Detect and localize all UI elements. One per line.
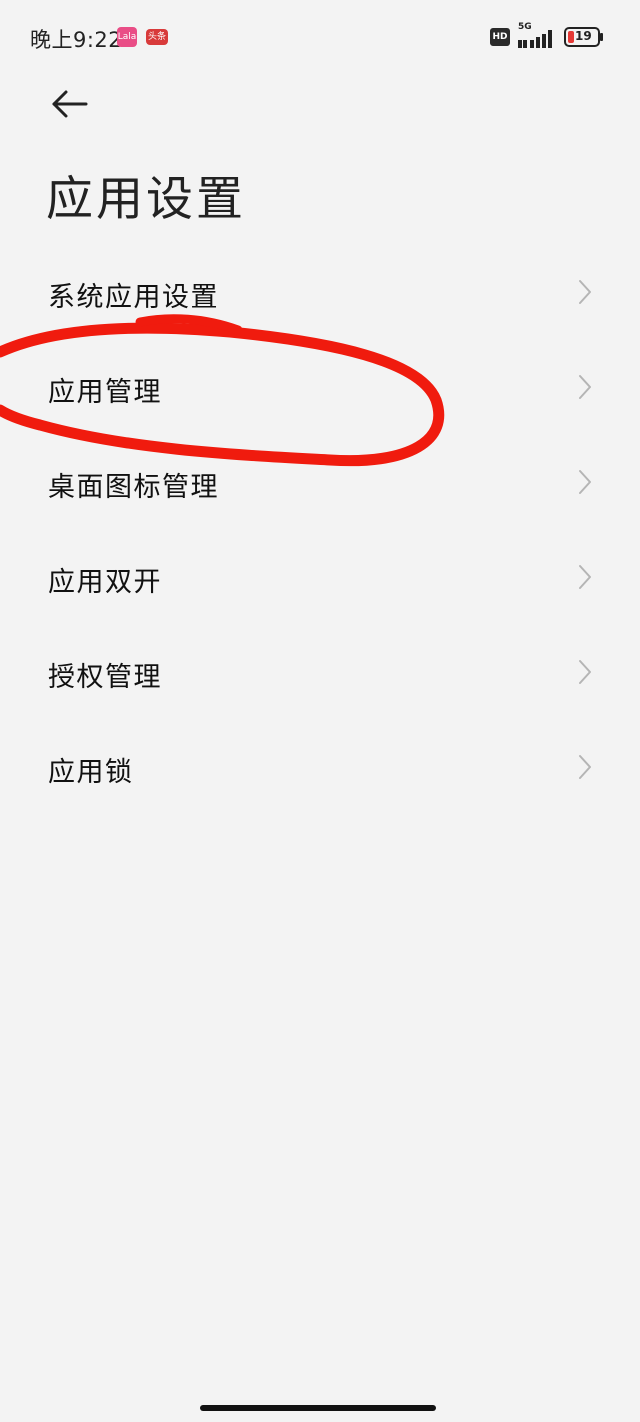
menu-item-label: 桌面图标管理	[48, 472, 219, 503]
menu-item-desktop-icon-management[interactable]: 桌面图标管理	[0, 435, 640, 530]
menu-item-label: 应用管理	[48, 377, 162, 408]
status-time: 晚上9:22	[30, 28, 123, 52]
chevron-right-icon	[579, 755, 591, 779]
home-indicator[interactable]	[200, 1405, 436, 1411]
signal-icon	[518, 30, 552, 48]
chevron-right-icon	[579, 660, 591, 684]
menu-item-app-lock[interactable]: 应用锁	[0, 720, 640, 815]
menu-item-label: 应用双开	[48, 567, 162, 598]
menu-list: 系统应用设置 应用管理 桌面图标管理 应用双开 授权管理 应用锁	[0, 245, 640, 815]
page-title: 应用设置	[46, 172, 246, 227]
lala-app-icon: Lala	[117, 27, 137, 47]
back-arrow-icon	[52, 90, 88, 118]
menu-item-label: 授权管理	[48, 662, 162, 693]
battery-level: 19	[575, 29, 592, 43]
chevron-right-icon	[579, 565, 591, 589]
menu-item-label: 系统应用设置	[48, 282, 219, 313]
hd-icon: HD	[490, 28, 510, 46]
menu-item-permission-management[interactable]: 授权管理	[0, 625, 640, 720]
menu-item-dual-apps[interactable]: 应用双开	[0, 530, 640, 625]
chevron-right-icon	[579, 470, 591, 494]
menu-item-app-management[interactable]: 应用管理	[0, 340, 640, 435]
chevron-right-icon	[579, 280, 591, 304]
menu-item-label: 应用锁	[48, 757, 134, 788]
chevron-right-icon	[579, 375, 591, 399]
toutiao-app-icon: 头条	[146, 29, 168, 45]
back-button[interactable]	[44, 82, 96, 126]
menu-item-system-app-settings[interactable]: 系统应用设置	[0, 245, 640, 340]
status-bar: 晚上9:22 Lala 头条 HD 5G 19	[0, 0, 640, 76]
